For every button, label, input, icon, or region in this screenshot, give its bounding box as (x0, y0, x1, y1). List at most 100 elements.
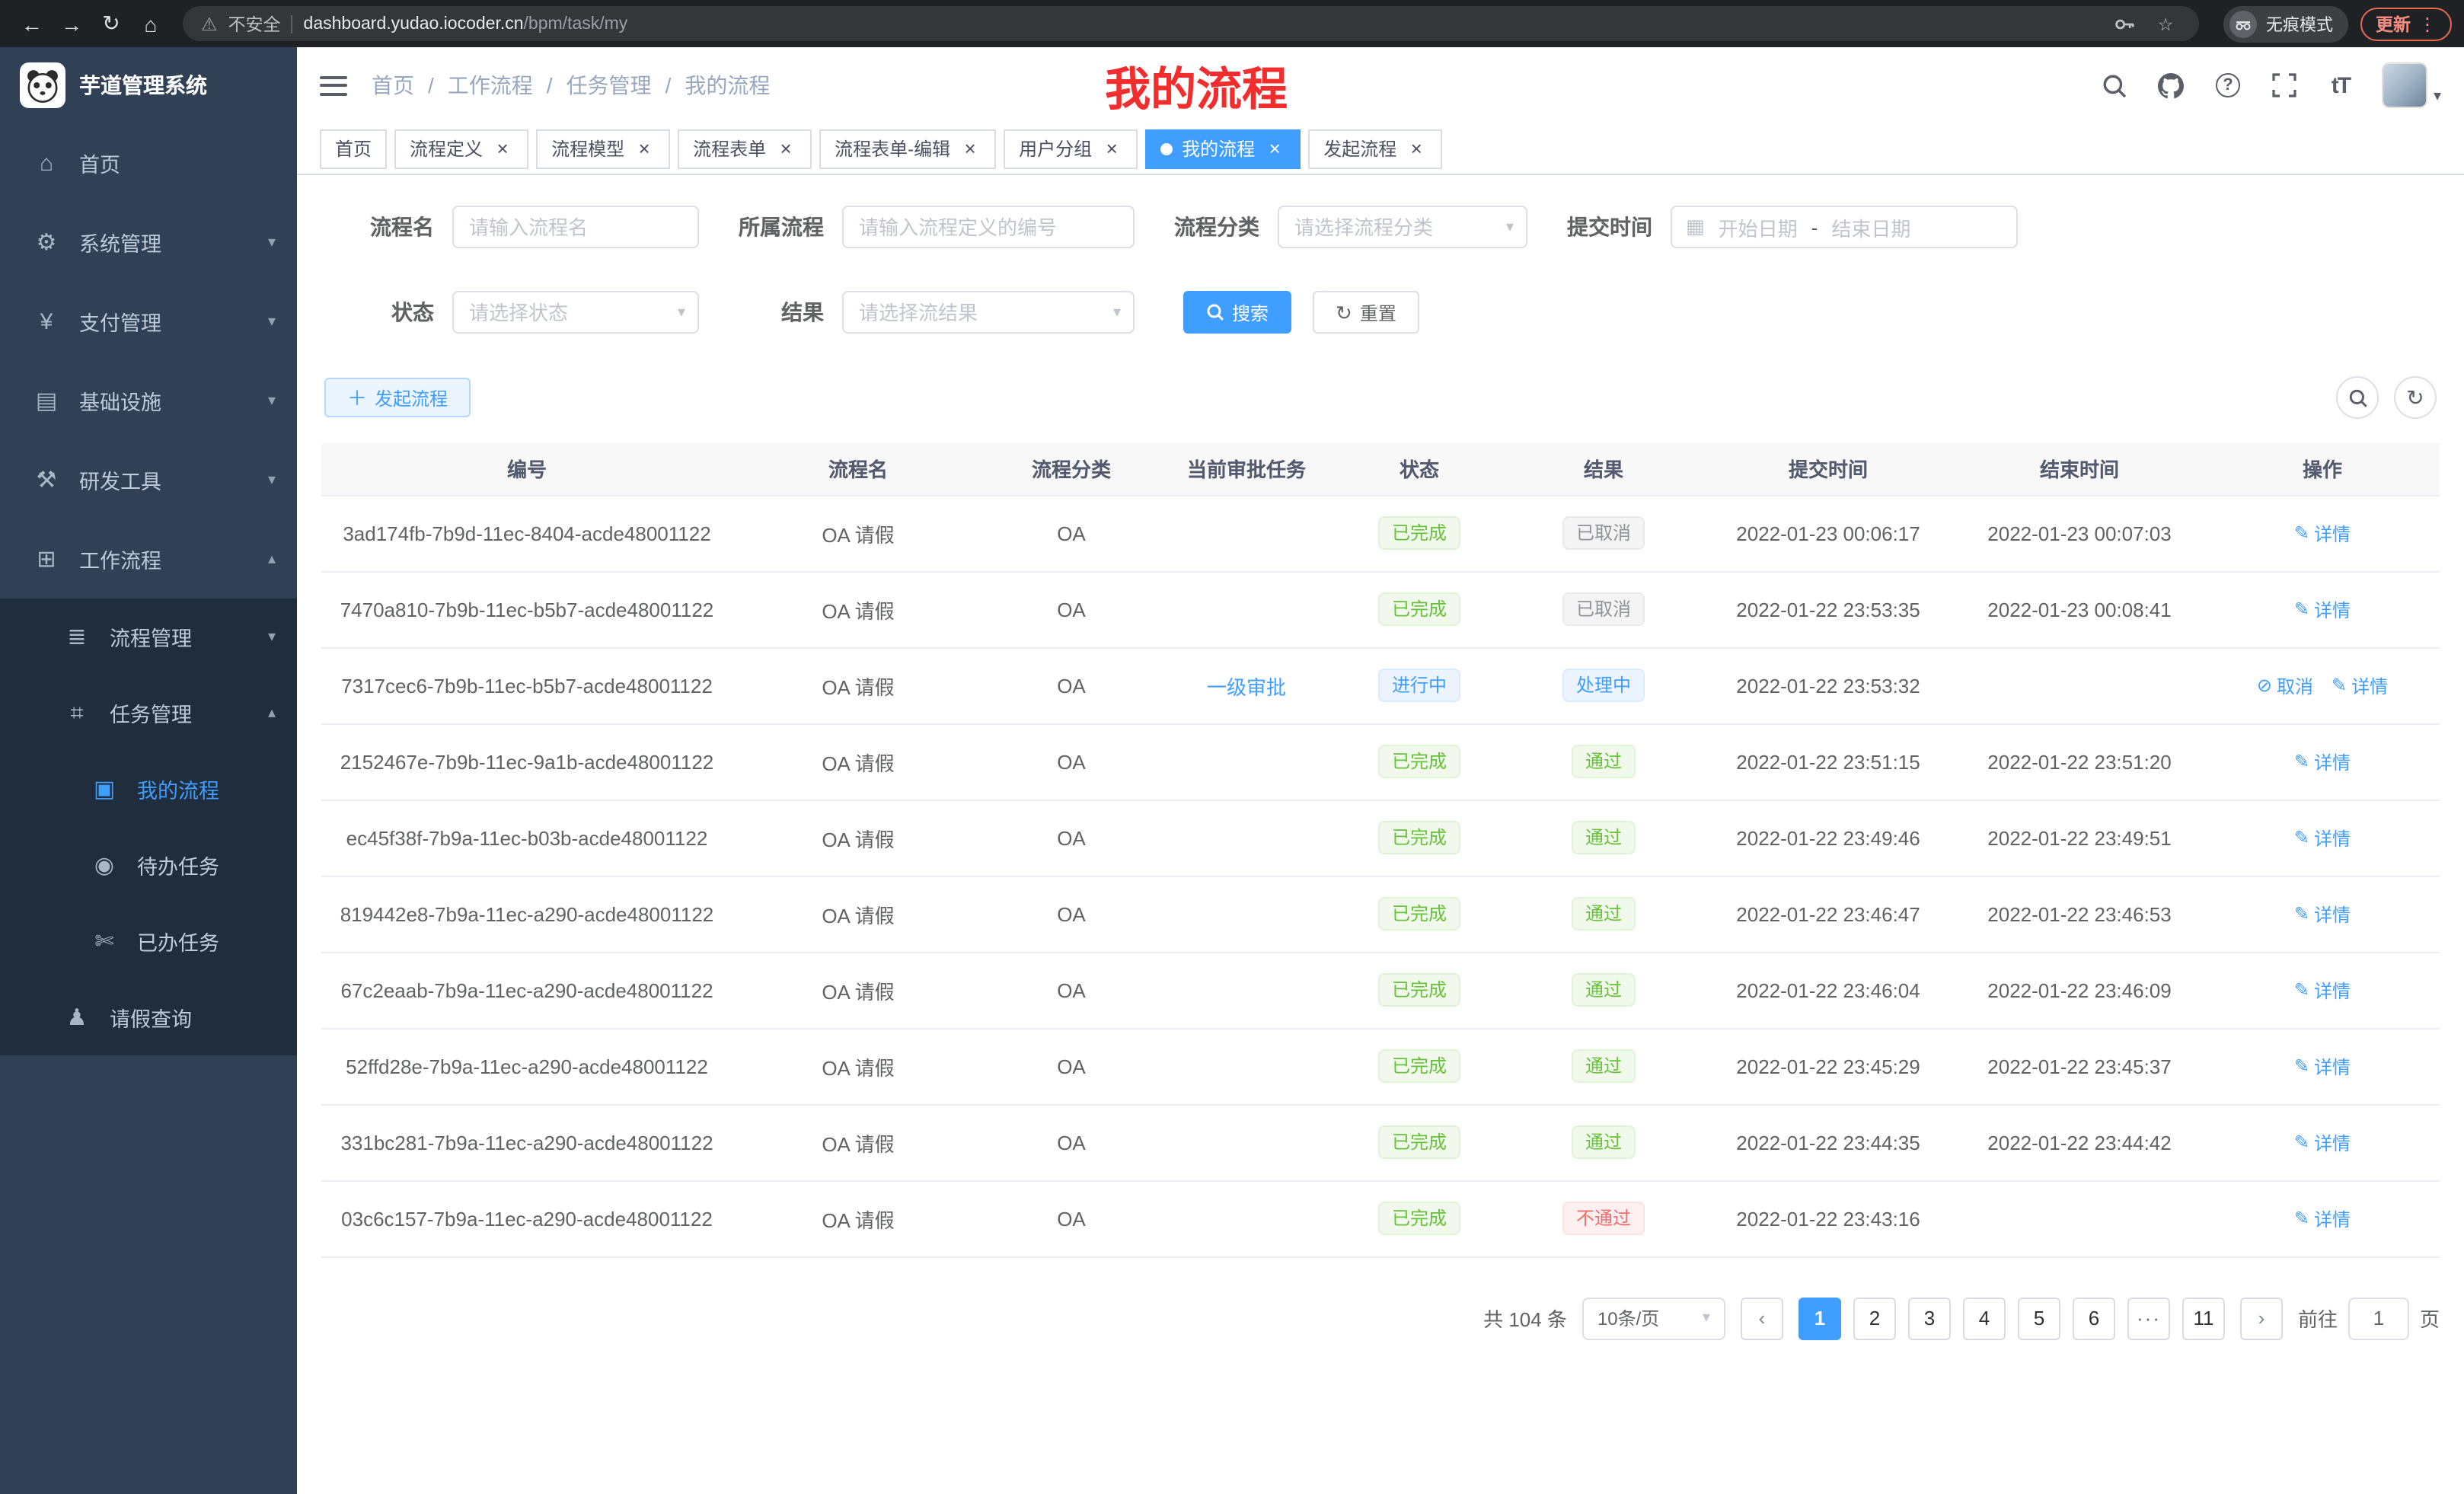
help-icon[interactable]: ? (2213, 70, 2243, 101)
tab-我的流程[interactable]: 我的流程× (1145, 129, 1301, 168)
cell-submit-time: 2022-01-22 23:51:15 (1703, 723, 1954, 800)
sidebar-item-todo-tasks[interactable]: ◉ 待办任务 (0, 827, 297, 903)
detail-button[interactable]: ✎详情 (2294, 749, 2351, 774)
tab-close-icon[interactable]: × (634, 138, 655, 159)
sidebar-item-home[interactable]: ⌂ 首页 (0, 123, 297, 203)
reset-button[interactable]: ↻ 重置 (1313, 291, 1419, 334)
page-4[interactable]: 4 (1963, 1297, 2006, 1339)
github-icon[interactable] (2156, 70, 2187, 101)
breadcrumb-home[interactable]: 首页 (372, 70, 414, 101)
tab-用户分组[interactable]: 用户分组× (1004, 129, 1138, 168)
sidebar-item-infrastructure[interactable]: ▤ 基础设施 ▾ (0, 361, 297, 440)
cell-result: 不通过 (1505, 1180, 1703, 1256)
toggle-search-button[interactable] (2336, 376, 2379, 419)
search-button[interactable]: 搜索 (1183, 291, 1291, 334)
search-icon[interactable] (2100, 70, 2130, 101)
security-label[interactable]: 不安全 (228, 11, 281, 36)
user-menu[interactable]: ▾ (2382, 62, 2441, 108)
detail-button[interactable]: ✎详情 (2294, 1129, 2351, 1155)
sidebar-item-process-management[interactable]: ≣ 流程管理 ▾ (0, 599, 297, 675)
sidebar-item-system-management[interactable]: ⚙ 系统管理 ▾ (0, 203, 297, 282)
url-domain: dashboard.yudao.iocoder.cn (304, 14, 524, 33)
browser-update-button[interactable]: 更新 ⋮ (2360, 7, 2452, 40)
result-value[interactable] (842, 291, 1135, 334)
cell-category: OA (984, 723, 1159, 800)
fullscreen-icon[interactable] (2269, 70, 2300, 101)
browser-home-icon[interactable]: ⌂ (131, 4, 171, 43)
gear-icon: ⚙ (34, 228, 59, 256)
tab-close-icon[interactable]: × (1406, 138, 1427, 159)
previous-page-button[interactable]: ‹ (1741, 1297, 1783, 1339)
password-key-icon[interactable] (2109, 8, 2140, 39)
tab-close-icon[interactable]: × (1264, 138, 1285, 159)
process-name-input[interactable] (452, 206, 699, 248)
page-11[interactable]: 11 (2182, 1297, 2225, 1339)
browser-forward-icon[interactable]: → (52, 4, 91, 43)
table-row: 03c6c157-7b9a-11ec-a290-acde48001122OA 请… (321, 1180, 2440, 1256)
breadcrumb-task-management[interactable]: 任务管理 (567, 70, 652, 101)
current-task-link[interactable]: 一级审批 (1207, 675, 1286, 698)
tab-close-icon[interactable]: × (959, 138, 981, 159)
refresh-table-button[interactable]: ↻ (2394, 376, 2437, 419)
address-bar[interactable]: ⚠ 不安全 dashboard.yudao.iocoder.cn/bpm/tas… (183, 6, 2199, 41)
tab-流程表单[interactable]: 流程表单× (678, 129, 812, 168)
sidebar-item-workflow[interactable]: ⊞ 工作流程 ▴ (0, 519, 297, 599)
detail-button[interactable]: ✎详情 (2294, 596, 2351, 622)
process-category-select[interactable]: ▾ (1278, 206, 1527, 248)
sidebar: 芋道管理系统 ⌂ 首页 ⚙ 系统管理 ▾ ¥ 支付管理 ▾ ▤ (0, 47, 297, 1494)
font-size-icon[interactable]: tT (2325, 70, 2356, 101)
tab-发起流程[interactable]: 发起流程 × (1308, 129, 1442, 168)
detail-button[interactable]: ✎详情 (2294, 901, 2351, 927)
sidebar-item-my-processes[interactable]: ▣ 我的流程 (0, 751, 297, 827)
browser-reload-icon[interactable]: ↻ (91, 4, 131, 43)
tab-流程表单-编辑[interactable]: 流程表单-编辑× (819, 129, 996, 168)
status-select[interactable]: ▾ (452, 291, 699, 334)
detail-button[interactable]: ✎详情 (2294, 1205, 2351, 1231)
start-process-button[interactable]: ＋ 发起流程 (324, 378, 471, 417)
detail-button[interactable]: ✎详情 (2294, 825, 2351, 851)
page-2[interactable]: 2 (1853, 1297, 1896, 1339)
next-page-button[interactable]: › (2240, 1297, 2283, 1339)
goto-page-input[interactable] (2348, 1297, 2409, 1339)
detail-button[interactable]: ✎详情 (2294, 520, 2351, 546)
filter-row-1: 流程名 所属流程 流程分类 ▾ 提 (321, 206, 2440, 248)
breadcrumb-workflow[interactable]: 工作流程 (448, 70, 533, 101)
page-3[interactable]: 3 (1908, 1297, 1951, 1339)
detail-button-icon: ✎ (2294, 751, 2309, 772)
page-6[interactable]: 6 (2073, 1297, 2115, 1339)
cancel-button[interactable]: ⊘取消 (2257, 672, 2313, 698)
detail-button[interactable]: ✎详情 (2294, 977, 2351, 1003)
sidebar-item-dev-tools[interactable]: ⚒ 研发工具 ▾ (0, 440, 297, 519)
tab-流程模型[interactable]: 流程模型× (536, 129, 670, 168)
url-text[interactable]: dashboard.yudao.iocoder.cn/bpm/task/my (304, 14, 628, 33)
tab-label: 发起流程 (1323, 136, 1396, 161)
sidebar-item-payment-management[interactable]: ¥ 支付管理 ▾ (0, 282, 297, 361)
process-definition-input[interactable] (842, 206, 1135, 248)
pagination-more[interactable]: ··· (2127, 1297, 2170, 1339)
submit-time-range-picker[interactable]: ▦ 开始日期 - 结束日期 (1671, 206, 2018, 248)
avatar[interactable] (2382, 62, 2427, 108)
page-5[interactable]: 5 (2018, 1297, 2060, 1339)
bookmark-star-icon[interactable]: ☆ (2150, 8, 2181, 39)
page-1[interactable]: 1 (1799, 1297, 1841, 1339)
sidebar-item-task-management[interactable]: ⌗ 任务管理 ▴ (0, 675, 297, 751)
tab-close-icon[interactable]: × (1101, 138, 1122, 159)
browser-menu-icon[interactable]: ⋮ (2418, 13, 2437, 34)
detail-button[interactable]: ✎详情 (2332, 672, 2388, 698)
tab-首页[interactable]: 首页 (320, 129, 387, 168)
sidebar-item-done-tasks[interactable]: ✄ 已办任务 (0, 903, 297, 979)
process-category-value[interactable] (1278, 206, 1527, 248)
detail-button[interactable]: ✎详情 (2294, 1053, 2351, 1079)
cell-end-time: 2022-01-23 00:08:41 (1954, 571, 2205, 647)
collapse-sidebar-icon[interactable] (320, 75, 347, 95)
tab-流程定义[interactable]: 流程定义× (394, 129, 528, 168)
browser-back-icon[interactable]: ← (12, 4, 52, 43)
cell-submit-time: 2022-01-22 23:53:35 (1703, 571, 1954, 647)
page-size-select[interactable]: 10条/页 ▾ (1582, 1297, 1725, 1339)
tab-close-icon[interactable]: × (775, 138, 796, 159)
status-value[interactable] (452, 291, 699, 334)
sidebar-item-leave-query[interactable]: ♟ 请假查询 (0, 979, 297, 1055)
result-select[interactable]: ▾ (842, 291, 1135, 334)
app-logo[interactable]: 芋道管理系统 (0, 47, 297, 123)
tab-close-icon[interactable]: × (492, 138, 513, 159)
